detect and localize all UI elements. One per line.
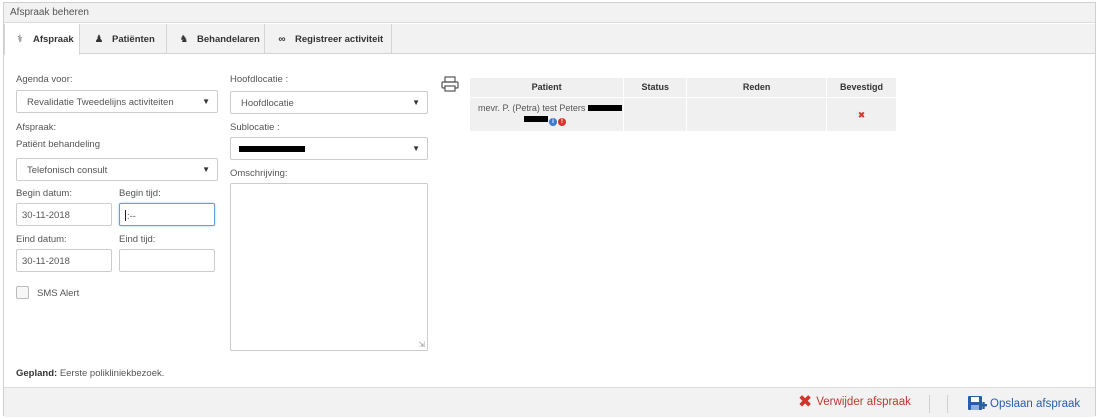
column-header-patient[interactable]: Patient [470, 78, 625, 97]
dialog-title: Afspraak beheren [10, 7, 89, 18]
afspraak-select[interactable]: Telefonisch consult ▼ [16, 158, 218, 181]
tab-label: Behandelaren [197, 33, 260, 45]
stethoscope-icon: ⚕ [17, 34, 23, 45]
begin-datum-value: 30-11-2018 [22, 210, 70, 221]
chevron-down-icon: ▼ [412, 144, 420, 153]
reden-cell [686, 96, 828, 131]
text-cursor [125, 210, 126, 221]
begin-datum-input[interactable]: 30-11-2018 [16, 203, 112, 226]
column-header-status[interactable]: Status [623, 78, 688, 97]
chevron-down-icon: ▼ [412, 98, 420, 107]
redacted-text [587, 104, 622, 111]
redacted-value [239, 146, 305, 152]
status-cell [623, 96, 688, 131]
chevron-down-icon: ▼ [202, 165, 210, 174]
save-label: Opslaan afspraak [990, 398, 1081, 410]
patient-name: mevr. P. (Petra) test Peters [478, 102, 586, 113]
gepland-line: Gepland: Eerste polikliniekbezoek. [16, 368, 164, 379]
begin-datum-label: Begin datum: [16, 188, 72, 199]
table-header-row: Patient Status Reden Bevestigd [470, 78, 897, 97]
tab-label: Patiënten [112, 33, 155, 45]
info-icon[interactable]: i [549, 117, 557, 126]
begin-tijd-text: :-- [125, 210, 136, 222]
eind-datum-label: Eind datum: [16, 234, 67, 245]
hoofdlocatie-value: Hoofdlocatie [241, 98, 294, 109]
tab-label: Afspraak [33, 34, 74, 45]
tab-patienten[interactable]: ♟ Patiënten [80, 24, 167, 54]
hoofdlocatie-label: Hoofdlocatie : [230, 74, 289, 85]
tab-afspraak[interactable]: ⚕ Afspraak [4, 24, 80, 55]
table-row[interactable]: mevr. P. (Petra) test Peters i! ✖ [470, 96, 897, 131]
eind-datum-input[interactable]: 30-11-2018 [16, 249, 112, 272]
user-icon: ♟ [94, 33, 104, 45]
column-header-reden[interactable]: Reden [686, 78, 828, 97]
patient-cell: mevr. P. (Petra) test Peters i! [470, 96, 625, 131]
tab-behandelaren[interactable]: ♞ Behandelaren [167, 24, 265, 54]
link-icon: ∞ [278, 33, 286, 45]
begin-tijd-value: :-- [127, 211, 136, 222]
agenda-label: Agenda voor: [16, 74, 73, 85]
not-confirmed-icon: ✖ [826, 96, 897, 131]
delete-appointment-button[interactable]: ✖ Verwijder afspraak [798, 392, 911, 411]
sms-alert-checkbox[interactable] [16, 286, 29, 299]
gepland-label: Gepland: [16, 368, 58, 379]
eind-datum-value: 30-11-2018 [22, 256, 70, 267]
afspraak-value: Telefonisch consult [27, 165, 108, 176]
sublocatie-label: Sublocatie : [230, 122, 280, 133]
save-appointment-button[interactable]: Opslaan afspraak [967, 395, 1080, 413]
footer-divider [929, 395, 930, 413]
dialog-titlebar: Afspraak beheren [4, 3, 1095, 23]
chevron-down-icon: ▼ [202, 97, 210, 106]
tab-registreer-activiteit[interactable]: ∞ Registreer activiteit [265, 24, 392, 54]
footer-divider [947, 395, 948, 413]
eind-tijd-input[interactable] [119, 249, 215, 272]
tab-bar: ⚕ Afspraak ♟ Patiënten ♞ Behandelaren ∞ … [4, 24, 1095, 55]
column-header-bevestigd[interactable]: Bevestigd [826, 78, 897, 97]
afspraak-group-label: Patiënt behandeling [16, 139, 100, 150]
omschrijving-label: Omschrijving: [230, 168, 288, 179]
resize-handle-icon[interactable]: ⇲ [418, 340, 425, 349]
delete-x-icon: ✖ [798, 392, 813, 411]
redacted-text [524, 115, 548, 122]
appointments-table: Patient Status Reden Bevestigd mevr. P. … [470, 78, 897, 131]
tab-label: Registreer activiteit [295, 33, 384, 45]
agenda-value: Revalidatie Tweedelijns activiteiten [27, 97, 174, 108]
gepland-value: Eerste polikliniekbezoek. [59, 368, 165, 379]
sublocatie-select[interactable]: ▼ [230, 137, 428, 160]
omschrijving-textarea[interactable]: ⇲ [230, 183, 428, 351]
delete-label: Verwijder afspraak [816, 396, 911, 408]
hoofdlocatie-select[interactable]: Hoofdlocatie ▼ [230, 91, 428, 114]
appointment-dialog: Afspraak beheren ⚕ Afspraak ♟ Patiënten … [3, 2, 1096, 417]
afspraak-label: Afspraak: [16, 122, 57, 133]
printer-icon[interactable] [441, 76, 459, 92]
save-disk-icon [968, 396, 987, 410]
doctor-icon: ♞ [179, 33, 189, 45]
agenda-select[interactable]: Revalidatie Tweedelijns activiteiten ▼ [16, 90, 218, 113]
eind-tijd-label: Eind tijd: [119, 234, 156, 245]
sms-alert-label: SMS Alert [37, 288, 80, 299]
begin-tijd-input[interactable]: :-- [119, 203, 215, 226]
dialog-footer: ✖ Verwijder afspraak Opslaan afspraak [4, 387, 1095, 417]
begin-tijd-label: Begin tijd: [119, 188, 161, 199]
alert-icon[interactable]: ! [558, 117, 566, 126]
